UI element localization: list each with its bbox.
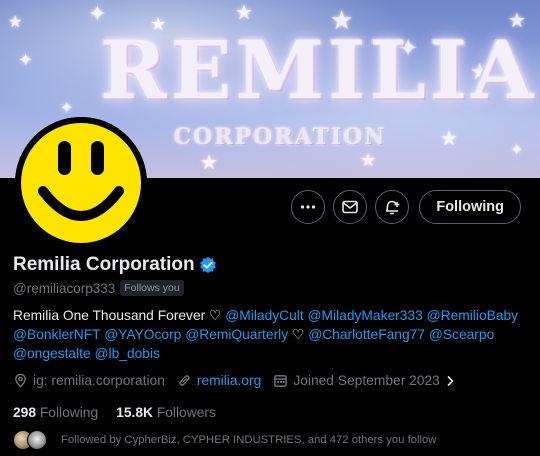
star-decoration: ★ (440, 126, 458, 150)
bio-text: Remilia One Thousand Forever ♡ (13, 308, 226, 323)
profile-name: Remilia Corporation (13, 254, 195, 275)
followers-count: 15.8K (116, 405, 153, 420)
banner-subtitle: CORPORATION (173, 124, 387, 150)
location-text: ig: remilia.corporation (33, 373, 165, 388)
bio-mention[interactable]: @MiladyCult (225, 308, 303, 323)
star-decoration: ★ (8, 12, 23, 31)
profile-stats: 298 Following 15.8K Followers (13, 405, 216, 420)
star-decoration: ✦ (510, 140, 524, 159)
more-icon (301, 205, 316, 209)
profile-handle: @remiliacorp333 (13, 280, 116, 296)
profile-meta: ig: remilia.corporation remilia.org Join… (13, 373, 467, 388)
followers-stat[interactable]: 15.8K Followers (116, 405, 216, 420)
location-item: ig: remilia.corporation (13, 373, 165, 388)
following-count: 298 (13, 405, 37, 420)
handle-row: @remiliacorp333 Follows you (13, 280, 184, 296)
verified-badge-icon[interactable] (199, 256, 217, 274)
star-decoration: ★ (360, 150, 377, 171)
notify-button[interactable] (375, 190, 410, 224)
followers-label: Followers (156, 405, 216, 420)
profile-name-row: Remilia Corporation (13, 254, 217, 276)
profile-avatar[interactable] (15, 117, 147, 249)
star-decoration: ✦ (18, 50, 34, 71)
bio-mention[interactable]: @lb_dobis (95, 346, 160, 361)
link-icon (179, 375, 190, 386)
bio-mention[interactable]: @CharlotteFang77 (308, 327, 425, 342)
chevron-right-icon (447, 375, 454, 386)
bio-mention[interactable]: @Scearpo (429, 327, 494, 342)
more-button[interactable] (291, 190, 326, 224)
profile-bio: Remilia One Thousand Forever ♡ @MiladyCu… (13, 306, 528, 363)
mail-icon (342, 200, 359, 214)
bio-mention[interactable]: @RemilioBaby (427, 308, 518, 323)
bell-plus-icon (386, 200, 400, 215)
followed-by-text: Followed by CypherBiz, CYPHER INDUSTRIES… (61, 434, 437, 446)
bio-mention[interactable]: @BonklerNFT (13, 327, 100, 342)
following-button[interactable]: Following (419, 190, 521, 224)
smiley-face-icon (15, 117, 147, 249)
website-link[interactable]: remilia.org (197, 373, 261, 388)
bio-mention[interactable]: @RemiQuarterly (185, 327, 288, 342)
bio-mention[interactable]: @YAYOcorp (104, 327, 181, 342)
star-decoration: ★ (235, 0, 253, 24)
calendar-icon (274, 375, 288, 387)
follows-you-badge: Follows you (120, 280, 184, 296)
message-button[interactable] (333, 190, 368, 224)
bio-mention[interactable]: @MiladyMaker333 (308, 308, 423, 323)
star-decoration: ★ (200, 150, 218, 174)
follower-avatar (27, 430, 47, 450)
following-stat[interactable]: 298 Following (13, 405, 98, 420)
bio-heart: ♡ (291, 327, 305, 342)
star-decoration: ✦ (60, 98, 74, 117)
profile-actions: Following (291, 190, 521, 224)
following-label: Following (39, 405, 99, 420)
joined-item[interactable]: Joined September 2023 (273, 373, 455, 388)
bio-mention[interactable]: @ongestalte (13, 346, 91, 361)
joined-text: Joined September 2023 (293, 373, 440, 388)
website-item: remilia.org (177, 373, 261, 388)
location-pin-icon (15, 373, 26, 388)
banner-title: REMILIA (100, 23, 538, 117)
followed-by-row[interactable]: Followed by CypherBiz, CYPHER INDUSTRIES… (13, 430, 436, 450)
